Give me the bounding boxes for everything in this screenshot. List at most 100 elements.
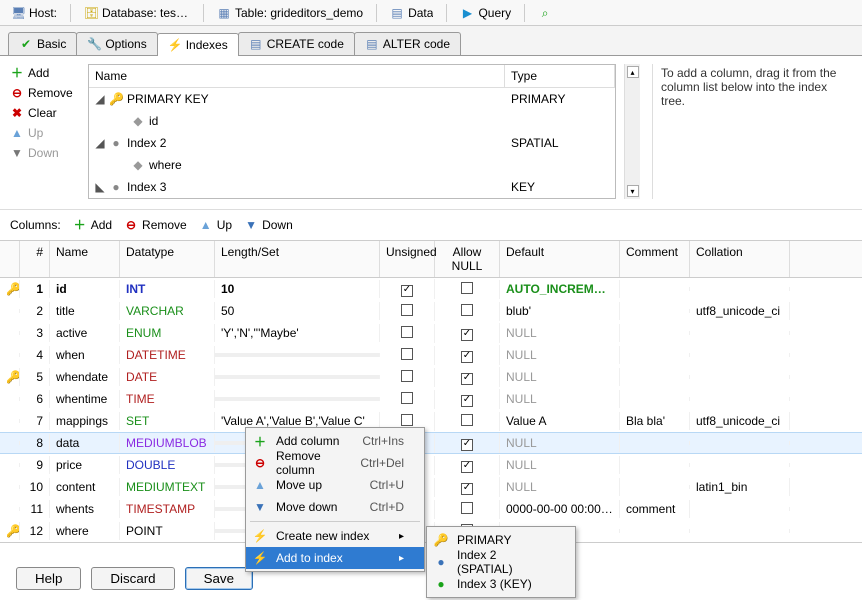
column-row[interactable]: 4whenDATETIMENULL (0, 344, 862, 366)
index-tree-row[interactable]: ◆id (89, 110, 615, 132)
save-button[interactable]: Save (185, 567, 253, 590)
column-datatype[interactable]: VARCHAR (120, 302, 215, 320)
column-row[interactable]: 2titleVARCHAR50blub'utf8_unicode_ci (0, 300, 862, 322)
column-length[interactable]: 50 (215, 302, 380, 320)
scroll-up-button[interactable]: ▴ (627, 66, 639, 78)
column-length[interactable] (215, 375, 380, 379)
column-allow-null[interactable] (435, 280, 500, 299)
host-tab[interactable]: 🖥 Host: (4, 3, 64, 23)
column-row[interactable]: 🔑1idINT10AUTO_INCREMENT (0, 278, 862, 300)
column-allow-null[interactable] (435, 389, 500, 409)
column-row[interactable]: 8dataMEDIUMBLOBNULL (0, 432, 862, 454)
checkbox[interactable] (461, 304, 473, 316)
column-row[interactable]: 11whentsTIMESTAMP0000-00-00 00:00:00comm… (0, 498, 862, 520)
column-context-menu[interactable]: ＋Add columnCtrl+Ins ⊖Remove columnCtrl+D… (245, 427, 425, 572)
column-comment[interactable] (620, 375, 690, 379)
column-comment[interactable] (620, 287, 690, 291)
columns-add[interactable]: ＋Add (73, 216, 112, 234)
column-datatype[interactable]: MEDIUMBLOB (120, 434, 215, 452)
column-collation[interactable] (690, 463, 790, 467)
column-name[interactable]: mappings (50, 412, 120, 430)
column-unsigned[interactable] (380, 279, 435, 299)
column-name[interactable]: active (50, 324, 120, 342)
columns-up[interactable]: ▲Up (199, 216, 232, 234)
column-unsigned[interactable] (380, 368, 435, 387)
column-row[interactable]: 9priceDOUBLENULL (0, 454, 862, 476)
column-allow-null[interactable] (435, 477, 500, 497)
checkbox[interactable] (401, 414, 413, 426)
column-allow-null[interactable] (435, 302, 500, 321)
column-datatype[interactable]: TIME (120, 390, 215, 408)
column-unsigned[interactable] (380, 302, 435, 321)
column-name[interactable]: where (50, 522, 120, 540)
column-collation[interactable]: latin1_bin (690, 478, 790, 496)
column-name[interactable]: id (50, 280, 120, 298)
index-tree-row[interactable]: ◢🔑PRIMARY KEYPRIMARY (89, 88, 615, 110)
grid-body[interactable]: 🔑1idINT10AUTO_INCREMENT2titleVARCHAR50bl… (0, 278, 862, 542)
index-tree-row[interactable]: ◢●Index 2SPATIAL (89, 132, 615, 154)
checkbox[interactable] (461, 439, 473, 451)
column-datatype[interactable]: ENUM (120, 324, 215, 342)
column-allow-null[interactable] (435, 500, 500, 519)
column-default[interactable]: Value A (500, 412, 620, 430)
index-up[interactable]: ▲Up (10, 124, 80, 142)
column-comment[interactable]: Bla bla' (620, 412, 690, 430)
column-datatype[interactable]: DOUBLE (120, 456, 215, 474)
tab-alter-code[interactable]: ▤ALTER code (354, 32, 461, 55)
index-down[interactable]: ▼Down (10, 144, 80, 162)
column-row[interactable]: 7mappingsSET'Value A','Value B','Value C… (0, 410, 862, 432)
column-datatype[interactable]: INT (120, 280, 215, 298)
column-default[interactable]: NULL (500, 324, 620, 342)
menu-move-down[interactable]: ▼Move downCtrl+D (246, 496, 424, 518)
column-datatype[interactable]: POINT (120, 522, 215, 540)
column-default[interactable]: NULL (500, 478, 620, 496)
checkbox[interactable] (461, 483, 473, 495)
column-name[interactable]: whents (50, 500, 120, 518)
columns-grid[interactable]: # Name Datatype Length/Set Unsigned Allo… (0, 240, 862, 543)
checkbox[interactable] (461, 502, 473, 514)
grid-header-name[interactable]: Name (50, 241, 120, 277)
column-collation[interactable] (690, 397, 790, 401)
column-length[interactable]: 10 (215, 280, 380, 298)
column-name[interactable]: content (50, 478, 120, 496)
discard-button[interactable]: Discard (91, 567, 174, 590)
submenu-item[interactable]: ●Index 3 (KEY) (427, 573, 575, 595)
column-comment[interactable] (620, 309, 690, 313)
column-comment[interactable] (620, 463, 690, 467)
help-button[interactable]: Help (16, 567, 81, 590)
grid-header-unsigned[interactable]: Unsigned (380, 241, 435, 277)
columns-down[interactable]: ▼Down (244, 216, 293, 234)
index-header-name[interactable]: Name (89, 65, 505, 87)
column-comment[interactable] (620, 353, 690, 357)
column-default[interactable]: blub' (500, 302, 620, 320)
column-length[interactable] (215, 397, 380, 401)
column-row[interactable]: 🔑5whendateDATENULL (0, 366, 862, 388)
column-datatype[interactable]: MEDIUMTEXT (120, 478, 215, 496)
column-unsigned[interactable] (380, 390, 435, 409)
checkbox[interactable] (401, 285, 413, 297)
add-to-index-submenu[interactable]: 🔑PRIMARY●Index 2 (SPATIAL)●Index 3 (KEY) (426, 526, 576, 598)
column-collation[interactable] (690, 287, 790, 291)
column-unsigned[interactable] (380, 346, 435, 365)
column-collation[interactable]: utf8_unicode_ci (690, 302, 790, 320)
grid-header-collation[interactable]: Collation (690, 241, 790, 277)
menu-create-index[interactable]: ⚡Create new index (246, 525, 424, 547)
column-collation[interactable] (690, 507, 790, 511)
column-comment[interactable] (620, 485, 690, 489)
new-tab-button[interactable]: ⌕ (531, 3, 559, 23)
column-row[interactable]: 10contentMEDIUMTEXTNULLlatin1_bin (0, 476, 862, 498)
checkbox[interactable] (461, 329, 473, 341)
index-tree-row[interactable]: ◆where (89, 154, 615, 176)
checkbox[interactable] (461, 282, 473, 294)
column-collation[interactable]: utf8_unicode_ci (690, 412, 790, 430)
column-comment[interactable]: comment (620, 500, 690, 518)
checkbox[interactable] (461, 351, 473, 363)
column-length[interactable]: 'Y','N','''Maybe' (215, 324, 380, 342)
scroll-down-button[interactable]: ▾ (627, 185, 639, 197)
column-name[interactable]: whentime (50, 390, 120, 408)
column-collation[interactable] (690, 353, 790, 357)
checkbox[interactable] (461, 373, 473, 385)
column-datatype[interactable]: DATE (120, 368, 215, 386)
checkbox[interactable] (401, 348, 413, 360)
index-remove[interactable]: ⊖Remove (10, 84, 80, 102)
